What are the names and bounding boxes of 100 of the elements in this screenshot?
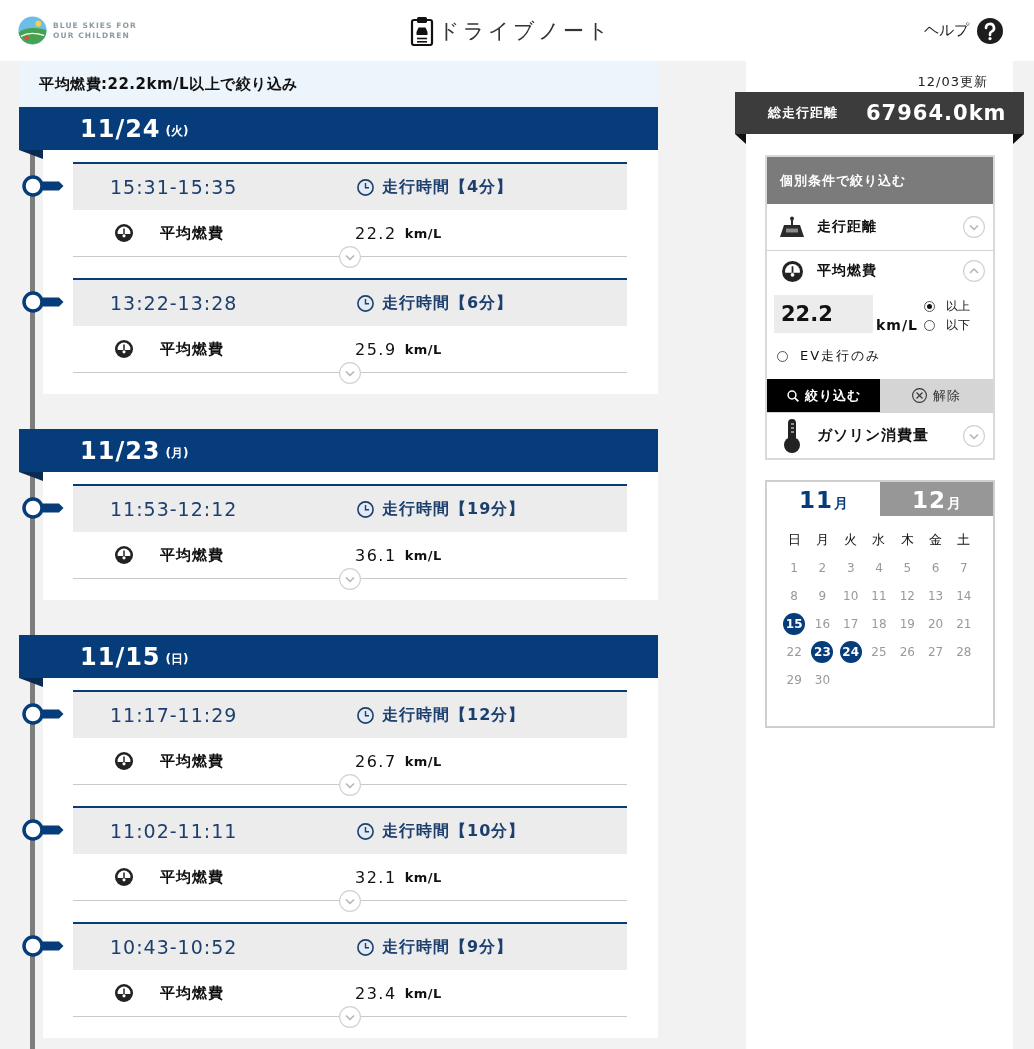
radio-label: 以上 <box>945 299 970 314</box>
trip-header-bar[interactable]: 15:31-15:35 走行時間【4分】 <box>73 162 627 210</box>
calendar-day[interactable]: 21 <box>956 617 972 631</box>
thermometer-icon <box>783 418 801 453</box>
gauge-icon <box>115 984 133 1003</box>
calendar-day[interactable]: 14 <box>956 589 972 603</box>
calendar-day[interactable]: 1 <box>790 561 798 575</box>
calendar-day[interactable]: 29 <box>786 673 802 687</box>
drive-duration: 走行時間【9分】 <box>382 936 514 958</box>
metric-unit: km/L <box>404 985 442 1001</box>
help-icon[interactable] <box>977 17 1003 44</box>
metric-unit: km/L <box>404 547 442 563</box>
metric-unit: km/L <box>404 225 442 241</box>
calendar-day[interactable]: 17 <box>843 617 859 631</box>
chevron-up-icon[interactable] <box>963 260 985 282</box>
filter-summary-banner: 平均燃費:22.2km/L以上で絞り込み <box>19 61 658 107</box>
calendar-day[interactable]: 30 <box>814 673 831 687</box>
trip-header-bar[interactable]: 10:43-10:52 走行時間【9分】 <box>73 922 627 971</box>
clock-icon <box>357 294 374 312</box>
gauge-icon <box>115 546 133 565</box>
trip-header-bar[interactable]: 13:22-13:28 走行時間【6分】 <box>73 278 627 326</box>
ribbon-fold-icon <box>735 134 746 144</box>
drive-duration: 走行時間【19分】 <box>382 498 526 520</box>
total-distance-value: 67964.0km <box>866 101 1007 125</box>
calendar-day[interactable]: 15 <box>783 613 806 635</box>
trip-time: 15:31-15:35 <box>110 176 239 198</box>
calendar-day[interactable]: 5 <box>903 561 912 575</box>
chevron-down-icon[interactable] <box>339 362 361 384</box>
calendar-day[interactable]: 4 <box>875 561 883 575</box>
calendar-day[interactable]: 25 <box>871 645 887 659</box>
gauge-icon <box>115 868 133 887</box>
weekday-label: 火 <box>844 531 858 549</box>
calendar-day[interactable]: 2 <box>818 561 827 575</box>
clock-icon <box>357 938 374 956</box>
chevron-down-icon[interactable] <box>963 424 985 447</box>
apply-filter-button[interactable]: 絞り込む <box>767 379 880 412</box>
drive-duration: 走行時間【12分】 <box>382 704 526 726</box>
calendar-day[interactable]: 19 <box>899 617 915 631</box>
chevron-down-icon[interactable] <box>963 216 985 238</box>
total-distance-label: 総走行距離 <box>768 104 839 122</box>
chevron-down-icon[interactable] <box>339 774 361 797</box>
month-tab[interactable]: 12 月 <box>880 482 993 516</box>
radio-button[interactable] <box>923 301 935 312</box>
calendar-day[interactable]: 7 <box>960 561 968 575</box>
clock-icon <box>357 178 374 196</box>
unit-label: km/L <box>876 317 918 333</box>
metric-label: 平均燃費 <box>160 339 225 359</box>
help-link[interactable]: ヘルプ <box>924 21 969 40</box>
clear-filter-button[interactable]: 解除 <box>880 379 993 412</box>
gauge-icon <box>115 752 133 771</box>
calendar-day[interactable]: 6 <box>931 561 940 575</box>
calendar-day[interactable]: 20 <box>927 617 944 631</box>
trip-header-bar[interactable]: 11:17-11:29 走行時間【12分】 <box>73 690 627 739</box>
drive-duration: 走行時間【6分】 <box>382 292 514 314</box>
weekday-text: (月) <box>165 445 189 463</box>
weekday-label: 土 <box>957 531 971 549</box>
metric-label: 平均燃費 <box>160 983 225 1003</box>
metric-label: 平均燃費 <box>160 867 225 887</box>
drive-duration: 走行時間【4分】 <box>382 176 514 198</box>
calendar-day[interactable]: 26 <box>899 645 915 659</box>
logo-icon <box>18 16 47 45</box>
calendar-day[interactable]: 13 <box>927 589 944 603</box>
trip-header-bar[interactable]: 11:53-12:12 走行時間【19分】 <box>73 484 627 533</box>
chevron-down-icon[interactable] <box>339 890 361 913</box>
chevron-down-icon[interactable] <box>339 568 361 591</box>
trip-header-bar[interactable]: 11:02-11:11 走行時間【10分】 <box>73 806 627 855</box>
calendar-day[interactable]: 24 <box>839 641 862 663</box>
calendar-day[interactable]: 18 <box>871 617 887 631</box>
radio-label: EV走行のみ <box>800 347 882 365</box>
radio-button[interactable] <box>923 320 935 331</box>
radio-button[interactable] <box>777 350 788 362</box>
clock-icon <box>357 500 374 518</box>
ribbon-fold-icon <box>1013 134 1024 144</box>
metric-unit: km/L <box>404 869 442 885</box>
trip-time: 13:22-13:28 <box>110 292 239 314</box>
clipboard-icon <box>409 15 434 46</box>
date-text: 11/15 <box>80 642 161 671</box>
value-input-field[interactable]: 22.2 <box>774 295 873 333</box>
gauge-icon <box>782 260 803 282</box>
odometer-icon <box>779 216 805 238</box>
calendar-day[interactable]: 22 <box>786 645 802 659</box>
calendar-day[interactable]: 3 <box>846 561 855 575</box>
calendar-day[interactable]: 12 <box>899 589 915 603</box>
calendar-day[interactable]: 8 <box>790 589 798 603</box>
calendar-day[interactable]: 9 <box>818 589 827 603</box>
calendar-day[interactable]: 23 <box>811 641 834 663</box>
metric-label: 平均燃費 <box>160 223 225 243</box>
chevron-down-icon[interactable] <box>339 1006 361 1029</box>
calendar-day[interactable]: 27 <box>927 645 944 659</box>
calendar-day[interactable]: 16 <box>814 617 831 631</box>
date-text: 11/23 <box>80 436 161 465</box>
calendar-day[interactable]: 10 <box>843 589 859 603</box>
ribbon-fold-icon <box>19 678 43 688</box>
chevron-down-icon[interactable] <box>339 246 361 268</box>
ribbon-fold-icon <box>19 472 43 482</box>
calendar-day[interactable]: 28 <box>956 645 972 659</box>
metric-unit: km/L <box>404 753 442 769</box>
weekday-label: 水 <box>872 531 886 549</box>
calendar-day[interactable]: 11 <box>871 589 887 603</box>
metric-value: 23.4 <box>355 983 397 1003</box>
